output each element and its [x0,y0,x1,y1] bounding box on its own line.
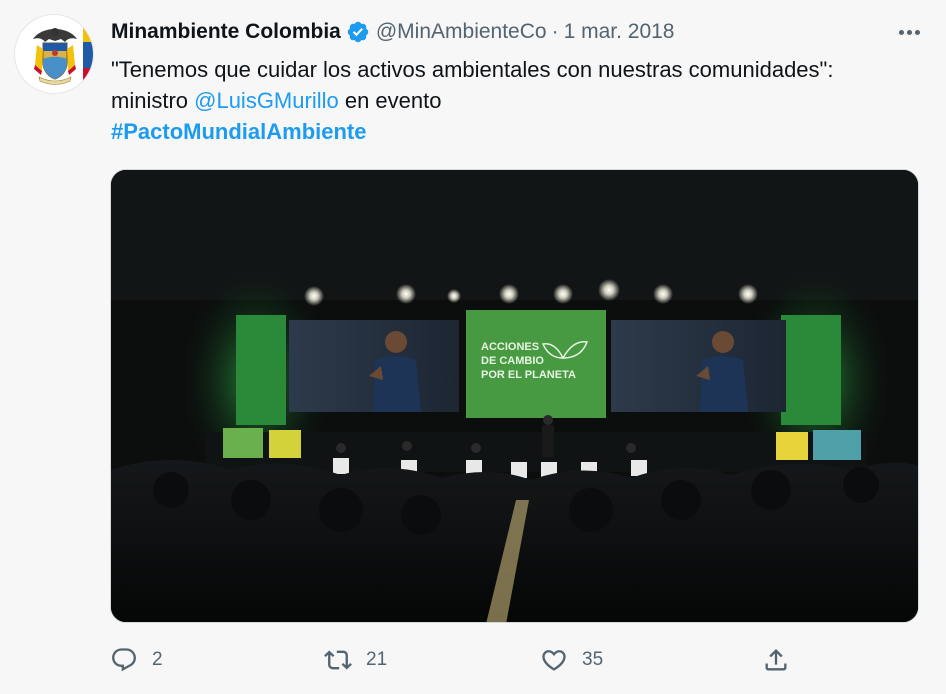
verified-badge-icon [346,20,370,44]
mention-link[interactable]: @LuisGMurillo [194,88,339,113]
heart-icon [542,650,566,671]
retweet-button[interactable]: 21 [324,640,387,680]
reply-icon [112,648,136,672]
reply-button[interactable]: 2 [110,640,163,680]
tweet-date[interactable]: 1 mar. 2018 [564,20,675,44]
share-icon [765,649,787,671]
more-options-icon[interactable] [892,18,926,46]
retweet-count: 21 [366,649,388,670]
screen-text-line: POR EL PLANETA [481,369,576,381]
reply-count: 2 [152,649,163,670]
share-button[interactable] [762,640,790,680]
like-button[interactable]: 35 [540,640,603,680]
tweet-text-part: en evento [338,88,442,113]
author-display-name[interactable]: Minambiente Colombia [111,20,341,44]
tweet-header: Minambiente Colombia @MinAmbienteCo · 1 … [111,18,926,46]
like-count: 35 [582,649,604,670]
tweet-text: "Tenemos que cuidar los activos ambienta… [111,54,891,147]
separator-dot: · [551,20,559,43]
tweet-photo[interactable]: ACCIONES DE CAMBIO POR EL PLANETA [110,169,919,623]
author-handle[interactable]: @MinAmbienteCo [376,20,547,44]
hashtag-link[interactable]: #PactoMundialAmbiente [111,119,366,144]
event-stage-photo: ACCIONES DE CAMBIO POR EL PLANETA [111,170,918,622]
retweet-icon [324,650,352,670]
avatar[interactable] [14,14,94,94]
screen-text-line: ACCIONES [481,341,539,353]
flag-stripe [83,15,93,93]
screen-text-line: DE CAMBIO [481,355,544,367]
tweet-actions: 2 21 35 [110,640,800,680]
tweet-card[interactable]: Minambiente Colombia @MinAmbienteCo · 1 … [0,0,946,694]
